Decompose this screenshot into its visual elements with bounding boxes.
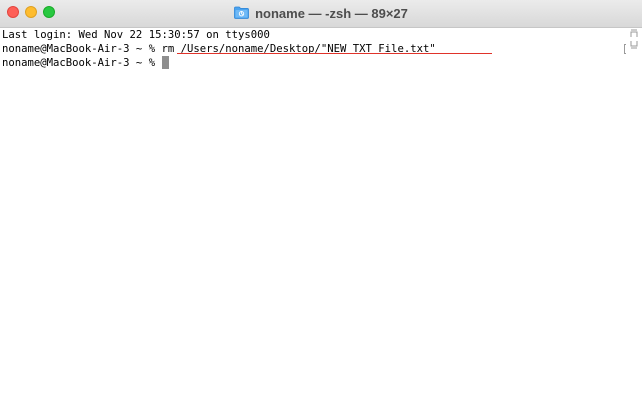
scroll-down-marker[interactable] [630,40,638,49]
title-bar[interactable]: noname — -zsh — 89×27 [0,0,642,28]
terminal-window: noname — -zsh — 89×27 Last login: Wed No… [0,0,642,408]
text-cursor [162,56,170,69]
shell-prompt: noname@MacBook-Air-3 ~ % [2,43,162,55]
folder-icon [234,6,249,19]
window-title-group: noname — -zsh — 89×27 [0,0,642,26]
scroll-up-marker[interactable] [630,29,638,38]
last-login-text: Last login: Wed Nov 22 15:30:57 on ttys0… [2,29,270,41]
terminal-line: noname@MacBook-Air-3 ~ % [2,56,626,70]
window-title: noname — -zsh — 89×27 [255,5,408,21]
terminal-line: Last login: Wed Nov 22 15:30:57 on ttys0… [2,28,626,42]
shell-prompt: noname@MacBook-Air-3 ~ % [2,57,162,69]
red-underline-annotation [177,53,492,54]
terminal-output[interactable]: Last login: Wed Nov 22 15:30:57 on ttys0… [0,28,626,408]
scrollbar[interactable] [626,28,642,408]
